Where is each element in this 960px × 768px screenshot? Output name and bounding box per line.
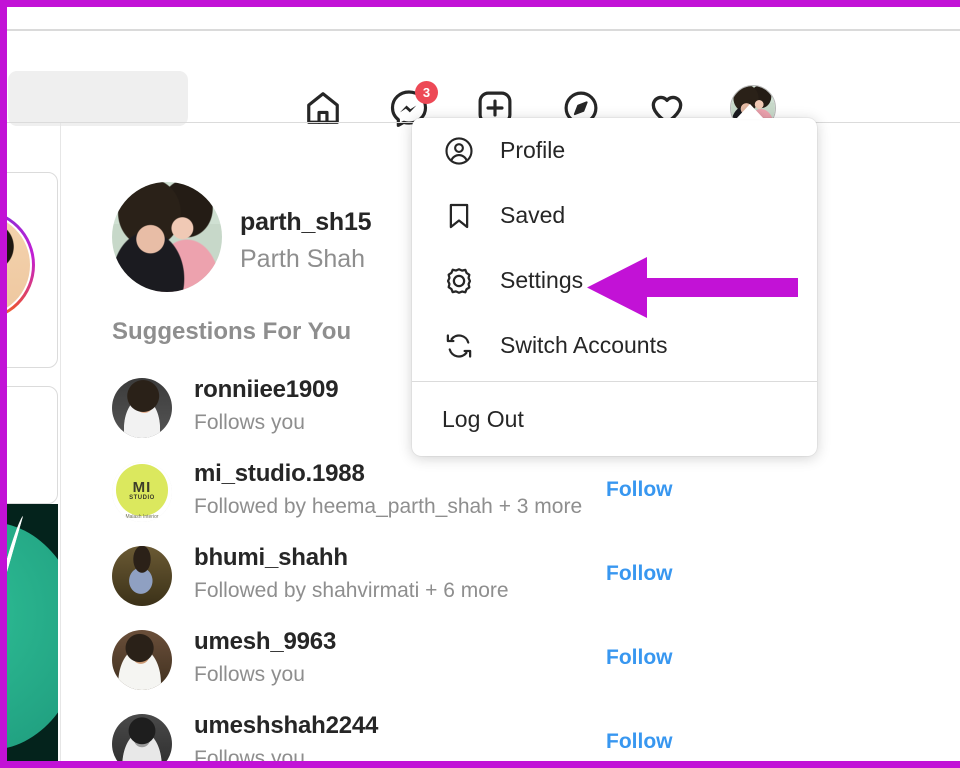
menu-item-profile[interactable]: Profile (412, 118, 817, 183)
suggestion-username[interactable]: bhumi_shahh (194, 544, 348, 572)
switch-accounts-icon (442, 329, 476, 363)
suggestion-username[interactable]: umesh_9963 (194, 628, 336, 656)
list-item[interactable]: bhumi_shahh Followed by shahvirmati + 6 … (112, 538, 673, 622)
menu-item-saved[interactable]: Saved (412, 183, 817, 248)
profile-fullname: Parth Shah (240, 245, 366, 273)
feed-column-divider (60, 123, 61, 768)
avatar[interactable] (112, 546, 172, 606)
search-input[interactable] (8, 71, 188, 126)
mi-logo-line3: Malash Interior (125, 514, 159, 520)
suggestion-subtitle: Followed by heema_parth_shah + 3 more (194, 495, 583, 518)
post-card-header (0, 386, 58, 504)
suggestion-subtitle: Follows you (194, 663, 305, 686)
profile-circle-icon (442, 134, 476, 168)
post-media (0, 504, 58, 768)
story-username: ocial.. (0, 325, 57, 345)
follow-button[interactable]: Follow (606, 562, 673, 586)
top-navigation-bar: 3 (0, 31, 960, 131)
home-icon[interactable] (300, 85, 346, 131)
mi-logo-line2: STUDIO (129, 494, 155, 501)
list-item[interactable]: umeshshah2244 Follows you Follow (112, 706, 673, 768)
avatar[interactable] (112, 630, 172, 690)
mi-logo-line1: MI (132, 478, 152, 496)
messenger-unread-badge: 3 (415, 80, 438, 104)
avatar[interactable] (112, 378, 172, 438)
menu-item-label: Switch Accounts (500, 332, 668, 358)
avatar[interactable] (112, 714, 172, 768)
menu-item-switch-accounts[interactable]: Switch Accounts (412, 313, 817, 378)
bookmark-icon (442, 199, 476, 233)
list-item[interactable]: umesh_9963 Follows you Follow (112, 622, 673, 706)
menu-item-logout[interactable]: Log Out (412, 382, 817, 456)
menu-caret (736, 104, 764, 119)
menu-item-label: Saved (500, 202, 566, 228)
suggestion-username[interactable]: umeshshah2244 (194, 712, 378, 740)
story-card[interactable]: ocial.. (0, 172, 58, 368)
suggestion-subtitle: Follows you (194, 747, 305, 768)
gear-icon (442, 264, 476, 298)
menu-item-label: Log Out (442, 405, 524, 432)
instagram-web-page: 3 parth_sh15 Parth Shah Suggestions For … (0, 0, 960, 768)
suggestion-username[interactable]: ronniiee1909 (194, 376, 339, 404)
follow-button[interactable]: Follow (606, 478, 673, 502)
suggestion-subtitle: Followed by shahvirmati + 6 more (194, 579, 509, 602)
story-avatar (0, 214, 30, 316)
avatar[interactable]: MI STUDIO Malash Interior (112, 462, 172, 522)
suggestion-username[interactable]: mi_studio.1988 (194, 460, 365, 488)
profile-dropdown-menu: Profile Saved Settings Switch Accounts L… (412, 118, 817, 456)
follow-button[interactable]: Follow (606, 730, 673, 754)
menu-item-settings[interactable]: Settings (412, 248, 817, 313)
menu-item-label: Profile (500, 137, 566, 163)
menu-item-label: Settings (500, 267, 584, 293)
story-ring (0, 209, 35, 321)
list-item[interactable]: MI STUDIO Malash Interior mi_studio.1988… (112, 454, 673, 538)
follow-button[interactable]: Follow (606, 646, 673, 670)
suggestion-subtitle: Follows you (194, 411, 305, 434)
avatar[interactable] (112, 182, 222, 292)
profile-username[interactable]: parth_sh15 (240, 208, 372, 237)
suggestions-heading: Suggestions For You (112, 318, 352, 345)
